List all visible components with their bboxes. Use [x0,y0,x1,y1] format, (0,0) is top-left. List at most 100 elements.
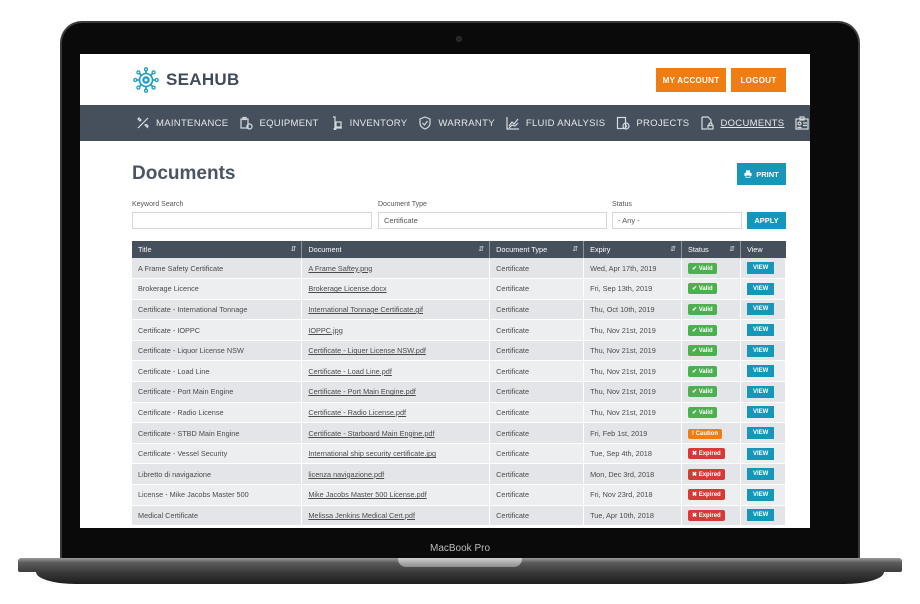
view-button[interactable]: VIEW [746,488,775,501]
table-row: Certificate - Radio License Certificate -… [132,402,787,424]
cell-document: Mike Jacobs Master 500 License.pdf [301,484,491,506]
my-account-button[interactable]: MY ACCOUNT [656,68,726,92]
apply-button[interactable]: APPLY [747,212,786,229]
cell-view: VIEW [740,381,787,403]
cell-status: ✔ Valid [681,340,741,362]
status-select[interactable]: - Any - [612,212,742,229]
logo[interactable]: SEAHUB [132,66,240,94]
cell-view: VIEW [740,299,787,321]
view-button[interactable]: VIEW [746,324,775,337]
cell-title: Certificate - Liquor License NSW [132,340,303,362]
view-button[interactable]: VIEW [746,509,775,522]
status-badge: ✖ Expired [687,448,725,460]
document-link[interactable]: Melissa Jenkins Medical Cert.pdf [308,511,415,520]
cell-document: Certificate - Radio License.pdf [301,402,491,424]
keyword-search-input[interactable] [132,212,372,229]
nav-item-fluid-analysis[interactable]: FLUID ANALYSIS [506,116,606,130]
projects-icon [617,116,630,130]
document-link[interactable]: licenza navigazione.pdf [308,470,384,479]
valid-icon: ✔ [691,265,699,272]
view-button[interactable]: VIEW [746,406,775,419]
view-button[interactable]: VIEW [746,303,775,316]
cell-status: ✖ Expired [681,443,741,465]
nav-item-warranty[interactable]: WARRANTY [418,116,495,130]
cell-view: VIEW [740,360,787,383]
cell-expiry: Fri, Sep 13th, 2019 [583,278,682,300]
status-badge: ✖ Expired [687,489,725,501]
table-row: Certificate - Liquor License NSW Certific… [132,340,787,362]
cell-document: Certificate - Port Main Engine.pdf [301,381,491,403]
cell-document-type: Certificate [489,278,585,300]
cell-document: A Frame Saftey.png [301,258,491,280]
view-button[interactable]: VIEW [746,427,775,440]
document-link[interactable]: Certificate - Liquer License NSW.pdf [308,346,426,355]
cell-title: Certificate - IOPPC [132,319,303,341]
document-type-select[interactable]: Certificate [378,212,607,229]
document-link[interactable]: Certificate - Port Main Engine.pdf [308,387,415,396]
view-button[interactable]: VIEW [746,385,775,398]
valid-icon: ✔ [691,368,699,375]
cell-document: Certificate - Load Line.pdf [301,360,491,383]
cell-status: ✔ Valid [681,402,741,424]
cell-document-type: Certificate [489,484,585,506]
column-header-title[interactable]: Title ⇵ [132,241,303,258]
document-link[interactable]: Certificate - Starboard Main Engine.pdf [308,429,434,438]
cell-status: ✔ Valid [681,381,741,403]
document-type-label: Document Type [378,201,427,208]
valid-icon: ✔ [691,348,699,355]
status-badge: ✖ Expired [687,468,725,480]
status-badge: ✔ Valid [687,365,717,377]
status-badge: ✔ Valid [687,386,717,398]
nav-item-contacts[interactable]: CONTACTS [795,116,810,130]
cell-document-type: Certificate [489,381,585,403]
cell-status: ✔ Valid [681,319,741,341]
cell-view: VIEW [740,319,787,341]
view-button[interactable]: VIEW [746,344,775,357]
print-button[interactable]: PRINT [737,163,786,185]
view-button[interactable]: VIEW [746,447,775,460]
document-link[interactable]: Brokerage License.docx [308,284,386,293]
column-header-document-type[interactable]: Document Type ⇵ [489,241,585,258]
document-link[interactable]: A Frame Saftey.png [308,264,372,273]
document-link[interactable]: Certificate - Load Line.pdf [308,367,392,376]
column-header-expiry[interactable]: Expiry ⇵ [583,241,682,258]
device-label: MacBook Pro [429,543,491,554]
app-name: SEAHUB [166,70,240,89]
cell-status: ✖ Expired [681,505,741,527]
tools-icon [137,117,149,129]
valid-icon: ✔ [691,389,699,396]
nav-item-inventory[interactable]: INVENTORY [330,116,408,130]
cell-document-type: Certificate [489,360,585,383]
column-header-view: View [740,241,786,258]
status-badge: ✔ Valid [687,303,717,315]
document-link[interactable]: IOPPC.jpg [308,326,342,335]
expired-icon: ✖ [691,451,699,458]
expired-icon: ✖ [691,492,699,499]
view-button[interactable]: VIEW [746,262,775,275]
cell-document-type: Certificate [489,505,585,527]
cell-status: ✔ Valid [681,258,741,280]
column-header-status[interactable]: Status ⇵ [681,241,741,258]
column-header-document[interactable]: Document ⇵ [301,241,491,258]
laptop-mockup: SEAHUB MY ACCOUNT LOGOUT MAINTENANCE EQU… [0,0,920,604]
nav-item-equipment[interactable]: EQUIPMENT [239,116,318,130]
document-link[interactable]: International ship security certificate.… [308,449,436,458]
sort-icon: ⇵ [729,246,735,253]
cell-title: Libretto di navigazione [132,463,303,486]
document-link[interactable]: International Tonnage Certificate.gif [308,305,423,314]
cell-expiry: Fri, Nov 23rd, 2018 [583,484,682,506]
nav-item-documents[interactable]: DOCUMENTS [700,116,784,130]
view-button[interactable]: VIEW [746,282,775,295]
document-link[interactable]: Mike Jacobs Master 500 License.pdf [308,490,426,499]
cell-view: VIEW [740,340,787,362]
view-button[interactable]: VIEW [746,365,775,378]
cell-document: Certificate - Starboard Main Engine.pdf [301,422,491,444]
table-row: Libretto di navigazione licenza navigazio… [132,463,787,486]
cell-expiry: Mon, Dec 3rd, 2018 [583,463,682,486]
logout-button[interactable]: LOGOUT [731,68,786,92]
view-button[interactable]: VIEW [746,468,775,481]
document-link[interactable]: Certificate - Radio License.pdf [308,408,406,417]
cell-expiry: Tue, Apr 10th, 2018 [583,505,682,527]
nav-item-projects[interactable]: PROJECTS [616,116,689,130]
nav-item-maintenance[interactable]: MAINTENANCE [136,116,228,130]
